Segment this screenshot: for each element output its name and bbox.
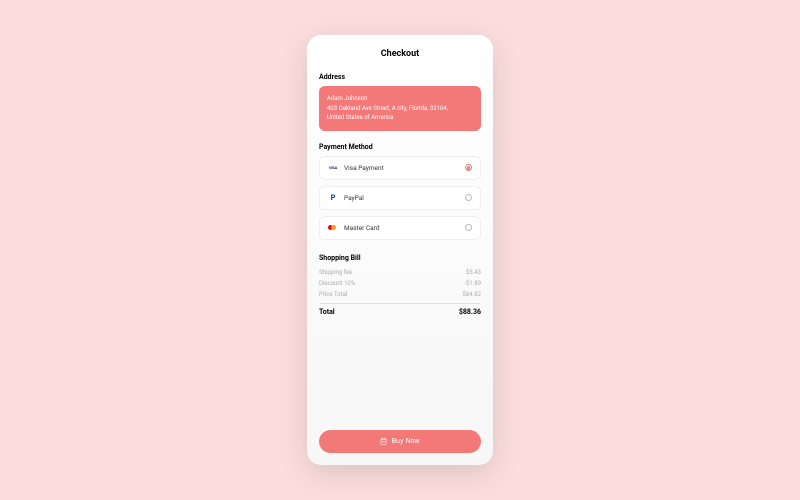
bill-row-value: $84.82 xyxy=(463,291,481,298)
bill-total: Total $88.36 xyxy=(319,303,481,316)
radio-icon xyxy=(465,194,472,201)
payment-option-mastercard[interactable]: Master Card xyxy=(319,216,481,240)
address-label: Address xyxy=(319,73,481,81)
address-street: 403 Oakland Ave Street, A city, Florida,… xyxy=(327,104,473,114)
paypal-icon: P xyxy=(328,194,338,202)
payment-option-label: PayPal xyxy=(344,194,459,202)
payment-option-paypal[interactable]: P PayPal xyxy=(319,186,481,210)
bill-total-label: Total xyxy=(319,308,335,316)
radio-icon xyxy=(465,224,472,231)
payment-option-visa[interactable]: VISA Visa Payment xyxy=(319,156,481,180)
bill-row-label: Price Total xyxy=(319,291,347,298)
bill-row: Price Total $84.82 xyxy=(319,289,481,300)
radio-selected-icon xyxy=(465,164,472,171)
checkout-screen: Checkout Address Adam Johnson 403 Oaklan… xyxy=(307,35,493,465)
bill-row-label: Discount 10% xyxy=(319,280,355,287)
payment-label: Payment Method xyxy=(319,143,481,151)
payment-option-label: Master Card xyxy=(344,224,459,232)
mastercard-icon xyxy=(328,224,338,232)
address-country: United States of America xyxy=(327,113,473,123)
shopping-bill: Shopping Bill Shipping fee $5.43 Discoun… xyxy=(319,254,481,316)
bill-row-value: -$1.89 xyxy=(464,280,481,287)
shopping-bag-icon xyxy=(380,438,387,445)
buy-now-button[interactable]: Buy Now xyxy=(319,430,481,453)
payment-option-label: Visa Payment xyxy=(344,164,459,172)
address-card[interactable]: Adam Johnson 403 Oakland Ave Street, A c… xyxy=(319,86,481,131)
buy-button-label: Buy Now xyxy=(391,438,419,445)
bill-label: Shopping Bill xyxy=(319,254,481,262)
bill-row-value: $5.43 xyxy=(466,269,481,276)
bill-row: Shipping fee $5.43 xyxy=(319,267,481,278)
bill-row-label: Shipping fee xyxy=(319,269,352,276)
bill-row: Discount 10% -$1.89 xyxy=(319,278,481,289)
page-title: Checkout xyxy=(319,49,481,59)
visa-icon: VISA xyxy=(328,164,338,172)
address-name: Adam Johnson xyxy=(327,94,473,104)
bill-total-value: $88.36 xyxy=(459,308,481,316)
